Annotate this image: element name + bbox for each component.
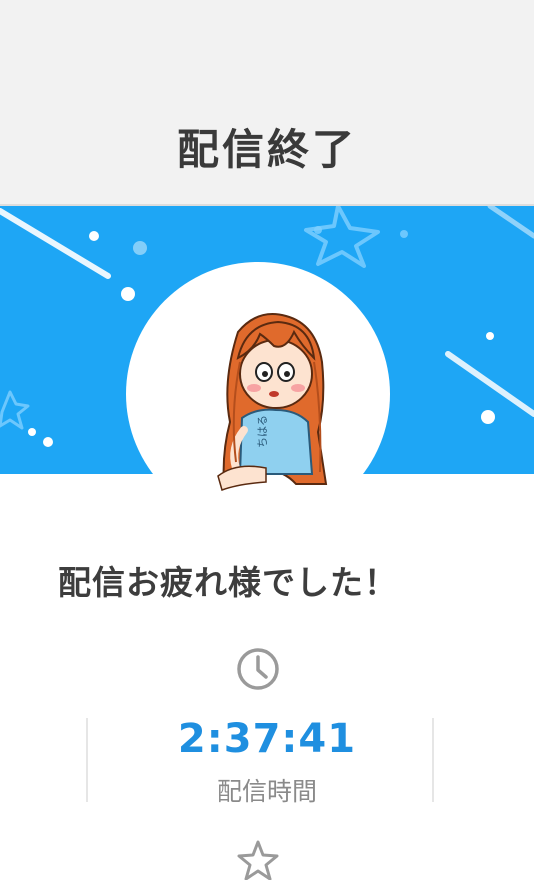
clock-icon (237, 648, 279, 690)
star-icon (237, 840, 279, 880)
shirt-caption: ちはる (256, 415, 269, 448)
character-illustration: ちはる (217, 313, 328, 491)
page-title: 配信終了 (176, 125, 357, 174)
stream-duration-label: 配信時間 (216, 777, 317, 806)
stream-duration-value: 2:37:41 (177, 716, 357, 762)
thanks-message: 配信お疲れ様でした！ (58, 563, 398, 602)
page-header: 配信終了 (0, 0, 534, 206)
avatar: ちはる (126, 262, 390, 526)
